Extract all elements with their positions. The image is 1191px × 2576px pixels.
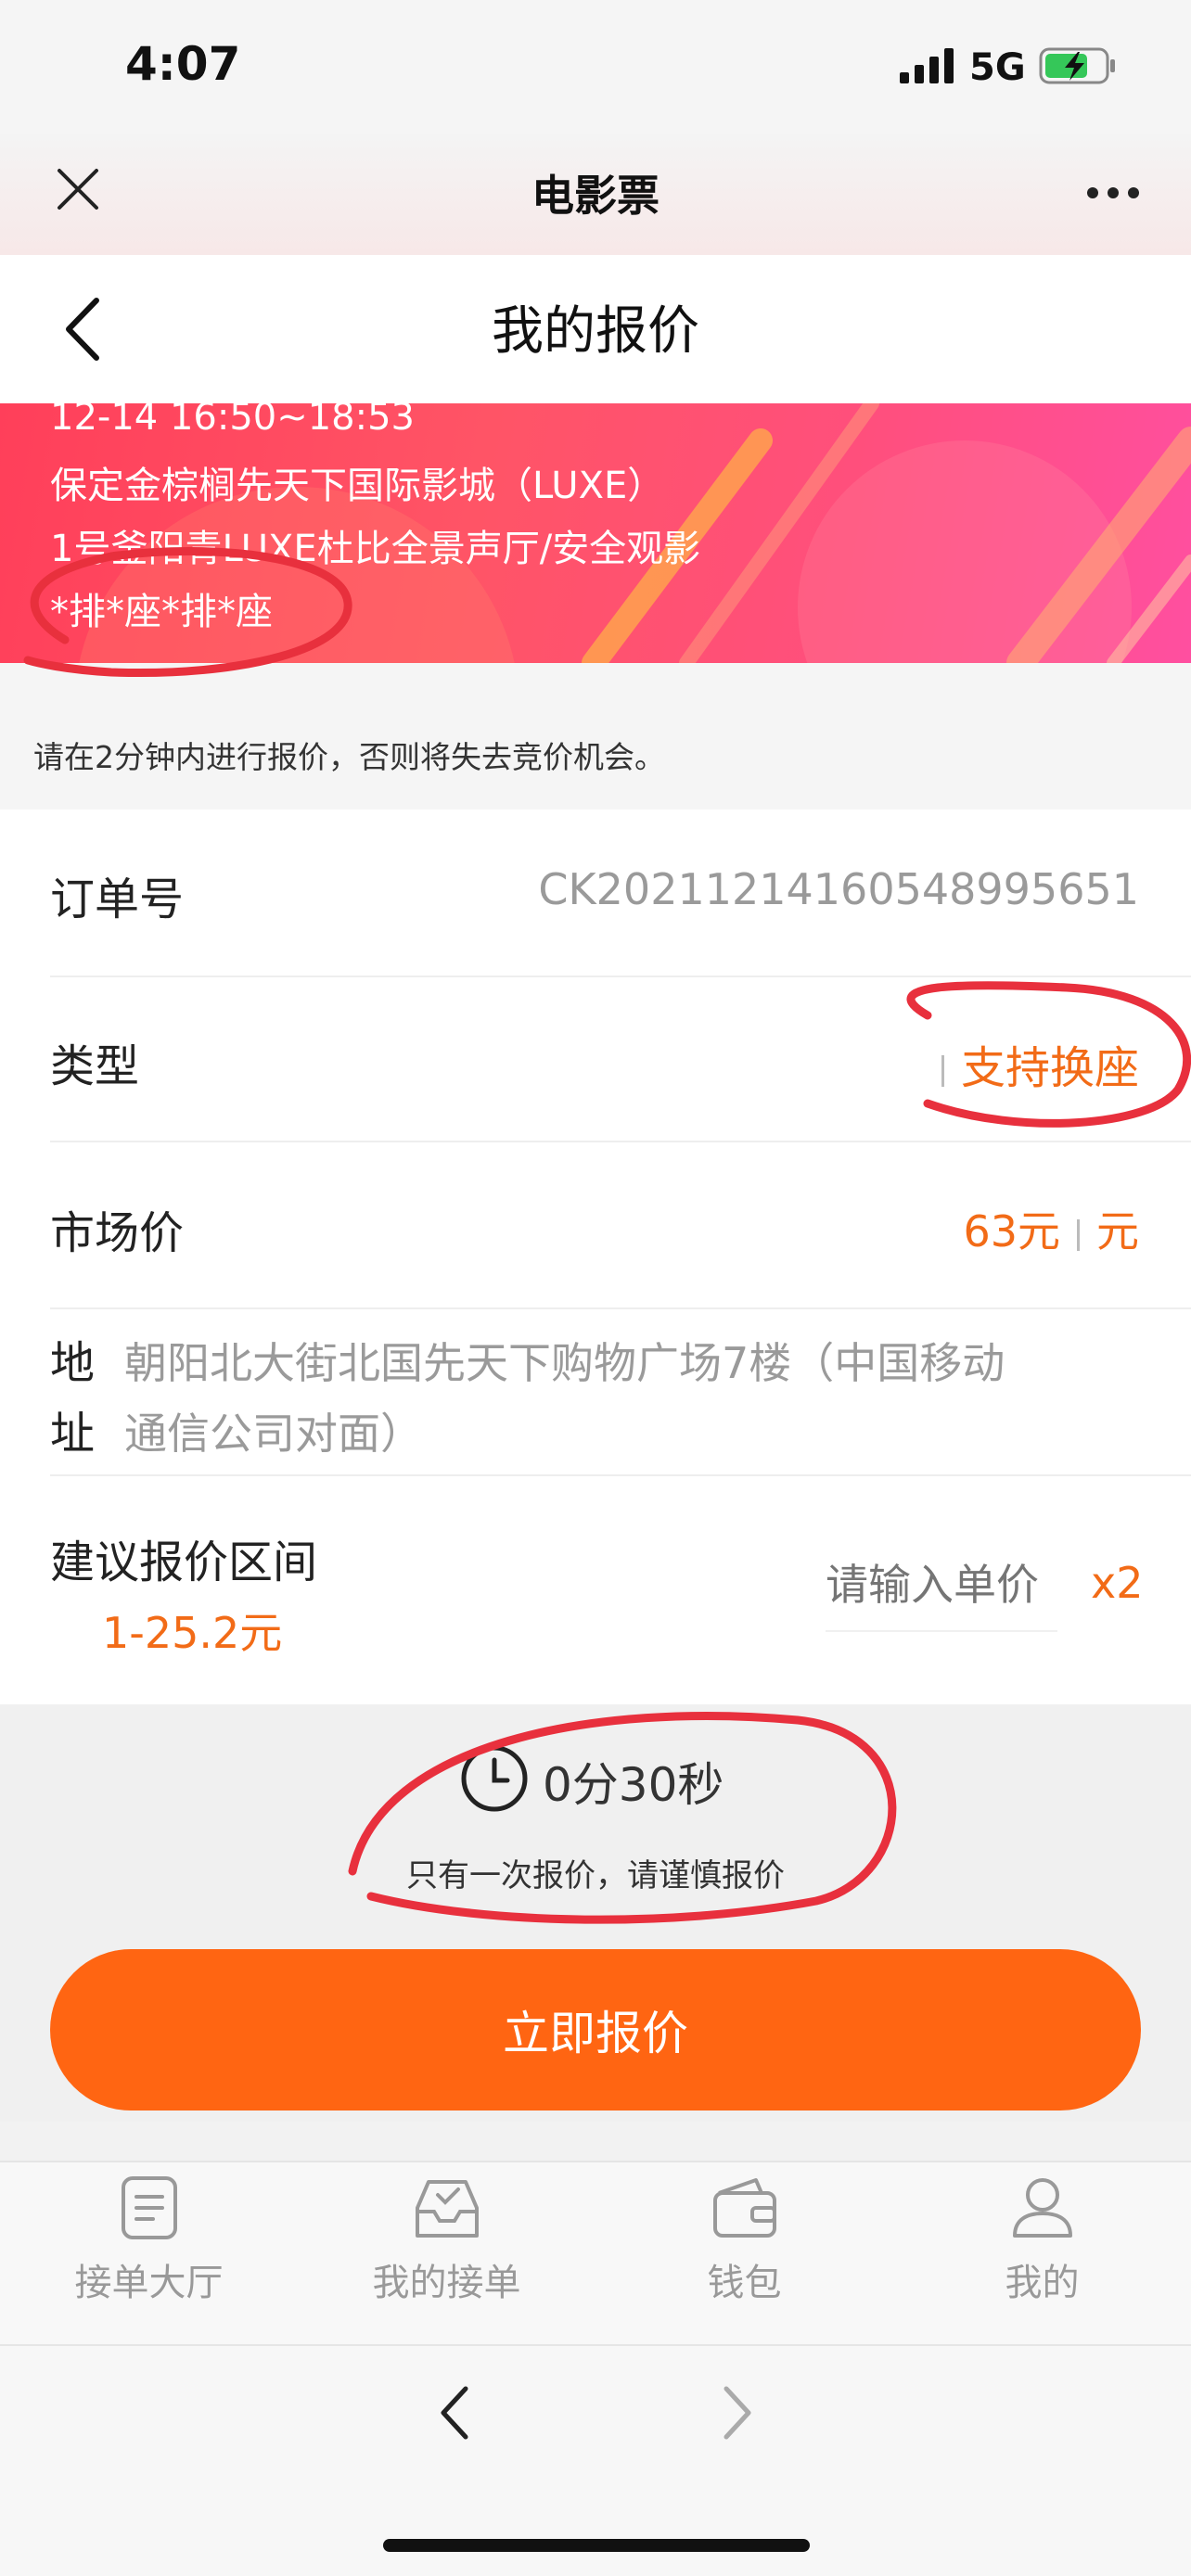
browser-forward-icon[interactable] <box>719 2383 756 2446</box>
input-cursor <box>1077 1218 1080 1251</box>
tab-wallet[interactable]: 钱包 <box>596 2174 893 2306</box>
timer-note: 只有一次报价，请谨慎报价 <box>406 1857 785 1894</box>
address-line: 朝阳北大街北国先天下购物广场7楼（中国移动 <box>124 1338 1005 1388</box>
home-indicator <box>383 2539 810 2552</box>
type-value-row: 支持换座 <box>925 1031 1139 1096</box>
tab-label: 我的接单 <box>372 2262 521 2304</box>
banner-hall: 1号釜阳青LUXE杜比全景声厅/安全观影 <box>50 528 701 570</box>
tab-my-orders[interactable]: 我的接单 <box>298 2174 596 2306</box>
divider <box>50 976 1191 977</box>
status-time: 4:07 <box>125 37 241 91</box>
wallet-icon <box>710 2178 780 2245</box>
signal-icon <box>900 48 957 89</box>
tab-order-hall[interactable]: 接单大厅 <box>0 2174 298 2306</box>
page-title: 我的报价 <box>492 301 699 362</box>
inbox-check-icon <box>412 2180 482 2245</box>
tab-me[interactable]: 我的 <box>893 2174 1191 2306</box>
address-line: 通信公司对面） <box>124 1409 423 1459</box>
market-price-row: 63元元 <box>963 1198 1139 1259</box>
address-label-char: 地 <box>50 1337 96 1389</box>
banner-showtime: 12-14 16:50~18:53 <box>50 403 416 439</box>
order-number-label: 订单号 <box>50 874 185 925</box>
wechat-title: 电影票 <box>531 171 660 221</box>
notice-text: 请在2分钟内进行报价，否则将失去竞价机会。 <box>33 739 665 775</box>
movie-banner: 12-14 16:50~18:53 保定金棕榈先天下国际影城（LUXE） 1号釜… <box>0 403 1191 663</box>
input-cursor <box>941 1055 944 1087</box>
network-type: 5G <box>969 46 1026 89</box>
market-price-label: 市场价 <box>50 1207 185 1259</box>
tab-label: 我的 <box>1005 2262 1080 2304</box>
divider <box>50 1474 1191 1476</box>
suggest-range-label: 建议报价区间 <box>50 1537 318 1588</box>
address-label-char: 址 <box>50 1408 96 1460</box>
more-icon[interactable] <box>1085 185 1141 204</box>
quantity: x2 <box>1091 1558 1144 1608</box>
type-value: 支持换座 <box>960 1042 1139 1094</box>
order-number-value: CK2021121416054899565​1 <box>538 864 1139 914</box>
battery-icon <box>1039 46 1117 89</box>
tab-label: 接单大厅 <box>74 2262 224 2304</box>
submit-quote-button[interactable]: 立即报价 <box>50 1949 1141 2111</box>
browser-back-icon[interactable] <box>436 2383 473 2446</box>
user-icon <box>1009 2178 1076 2245</box>
clock-icon <box>459 1743 530 1817</box>
tab-label: 钱包 <box>707 2262 782 2304</box>
address-value: 朝阳北大街北国先天下购物广场7楼（中国移动 通信公司对面） <box>124 1328 1005 1469</box>
market-price-value: 63元 <box>963 1206 1060 1256</box>
banner-cinema: 保定金棕榈先天下国际影城（LUXE） <box>50 465 665 507</box>
countdown: 0分30秒 <box>543 1758 724 1812</box>
type-label: 类型 <box>50 1040 140 1092</box>
unit-price-input[interactable] <box>826 1539 1057 1632</box>
address-label: 地 址 <box>50 1328 95 1469</box>
banner-seats: *排*座*排*座 <box>50 591 273 633</box>
market-price-unit: 元 <box>1096 1206 1139 1256</box>
divider <box>50 1307 1191 1309</box>
suggest-range-value: 1-25.2元 <box>102 1608 283 1658</box>
divider <box>50 1141 1191 1142</box>
list-icon <box>116 2176 183 2245</box>
